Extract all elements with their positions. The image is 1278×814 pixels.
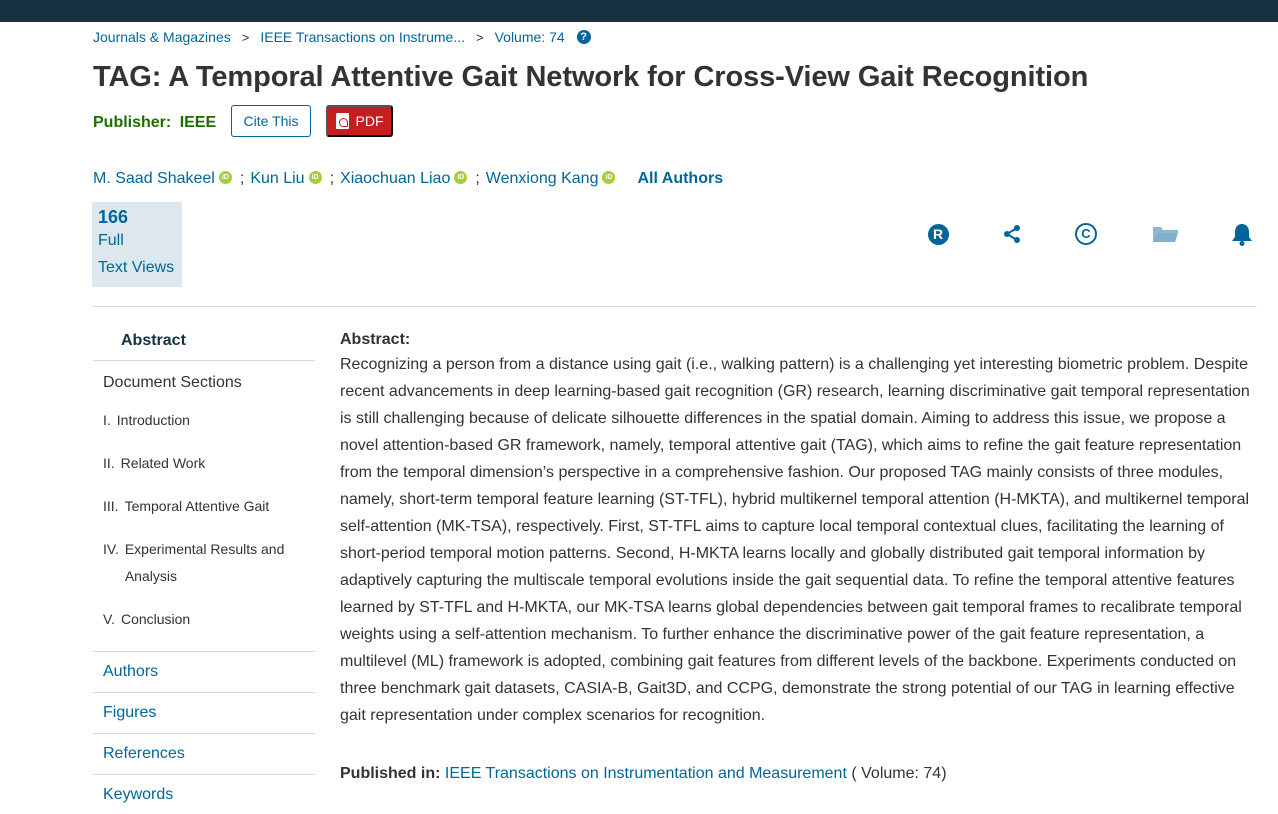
orcid-icon[interactable]: iD [602, 170, 616, 184]
nav-section-related-work[interactable]: II. Related Work [93, 450, 315, 477]
document-sections-heading: Document Sections [103, 374, 242, 391]
nav-figures[interactable]: Figures [93, 692, 315, 733]
nav-section-experimental-results[interactable]: IV. Experimental Results and Analysis [93, 536, 303, 590]
author-link[interactable]: Wenxiong Kang [486, 170, 599, 188]
rights-permissions-icon[interactable]: R [926, 222, 950, 246]
abstract-heading: Abstract: [340, 331, 411, 348]
nav-keywords[interactable]: Keywords [93, 774, 315, 814]
nav-section-conclusion[interactable]: V. Conclusion [93, 606, 315, 633]
nav-references[interactable]: References [93, 733, 315, 774]
orcid-icon[interactable]: iD [308, 170, 322, 184]
breadcrumb-separator: > [241, 29, 250, 45]
author-link[interactable]: Kun Liu [250, 170, 304, 188]
top-navigation-bar [0, 0, 1278, 22]
folder-glyph [1152, 227, 1178, 242]
section-label: Related Work [120, 455, 206, 471]
orcid-icon[interactable]: iD [454, 170, 468, 184]
author-link[interactable]: M. Saad Shakeel [93, 170, 215, 188]
publisher-name: IEEE [179, 114, 217, 131]
author-separator: ; [475, 170, 480, 187]
orcid-icon[interactable]: iD [218, 170, 232, 184]
author-separator: ; [239, 170, 245, 187]
published-in: Published in: IEEE Transactions on Instr… [340, 765, 947, 783]
volume-info: ( Volume: 74) [851, 765, 947, 782]
cite-this-button[interactable]: Cite This [231, 105, 311, 137]
abstract-text: Recognizing a person from a distance usi… [340, 356, 1250, 724]
publisher-label: Publisher: [93, 114, 172, 131]
pdf-button[interactable]: PDF [326, 105, 393, 137]
section-number: I. [103, 412, 111, 428]
section-label: Introduction [116, 412, 190, 428]
section-label: Temporal Attentive Gait [124, 498, 270, 514]
section-number: IV. [103, 541, 119, 557]
author-link[interactable]: Xiaochuan Liao [340, 170, 450, 188]
views-count: 166 [98, 207, 129, 227]
section-number: V. [103, 611, 115, 627]
views-label-line1: Full [98, 232, 124, 249]
share-glyph [1004, 225, 1020, 243]
author-separator: ; [329, 170, 335, 187]
author-list: M. Saad Shakeel iD ; Kun Liu iD ; Xiaoch… [93, 169, 723, 189]
breadcrumb-volume[interactable]: Volume: 74 [495, 29, 565, 45]
share-icon[interactable] [1000, 222, 1024, 246]
abstract-section: Abstract: Recognizing a person from a di… [340, 329, 1255, 729]
breadcrumb-journals-magazines[interactable]: Journals & Magazines [93, 29, 231, 45]
header-divider [92, 306, 1257, 307]
published-in-label: Published in: [340, 765, 441, 782]
breadcrumb-journal[interactable]: IEEE Transactions on Instrume... [260, 29, 465, 45]
breadcrumb-separator: > [476, 29, 484, 45]
nav-section-temporal-attentive-gait[interactable]: III. Temporal Attentive Gait [93, 493, 315, 520]
nav-authors[interactable]: Authors [93, 651, 315, 692]
bell-icon[interactable] [1230, 222, 1254, 246]
views-label-line2: Text Views [98, 259, 175, 276]
journal-link[interactable]: IEEE Transactions on Instrumentation and… [445, 765, 847, 782]
all-authors-link[interactable]: All Authors [637, 170, 723, 188]
full-text-views-metric[interactable]: 166 Full Text Views [92, 202, 182, 287]
rights-glyph: R [927, 223, 949, 245]
nav-section-introduction[interactable]: I. Introduction [93, 407, 315, 434]
bell-glyph [1232, 224, 1252, 246]
page-title: TAG: A Temporal Attentive Gait Network f… [93, 61, 1089, 93]
pdf-icon [335, 113, 349, 129]
section-number: III. [103, 498, 119, 514]
section-number: II. [103, 455, 115, 471]
copyright-icon[interactable]: C [1074, 222, 1098, 246]
breadcrumb: Journals & Magazines > IEEE Transactions… [93, 27, 591, 47]
folder-icon[interactable] [1151, 222, 1179, 246]
section-label: Conclusion [120, 611, 191, 627]
question-circle-icon[interactable]: ? [576, 30, 591, 44]
publisher: Publisher: IEEE [93, 114, 216, 132]
section-label: Experimental Results and Analysis [124, 541, 285, 584]
pdf-button-label: PDF [355, 113, 384, 129]
copyright-glyph: C [1075, 223, 1097, 245]
document-sidenav: Abstract Document Sections I. Introducti… [93, 322, 315, 814]
nav-abstract[interactable]: Abstract [93, 322, 315, 361]
